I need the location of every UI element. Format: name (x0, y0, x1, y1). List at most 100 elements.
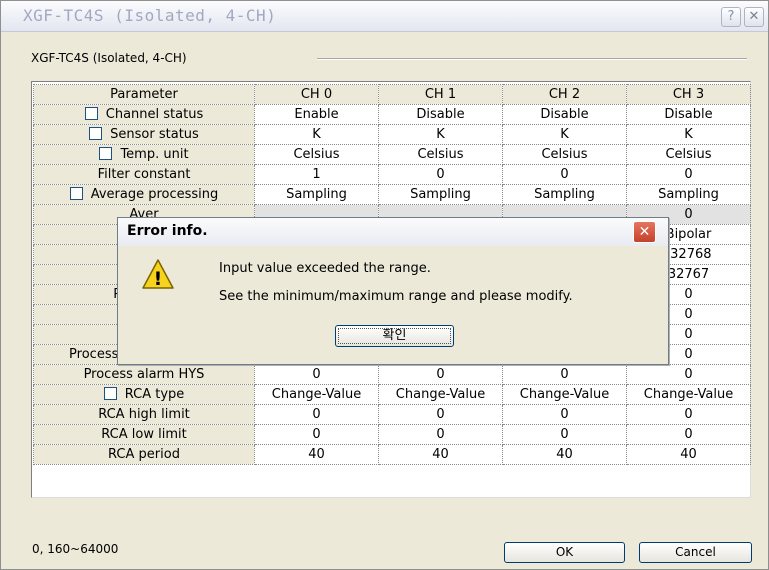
parameter-name-cell: Sensor status (33, 124, 255, 145)
error-dialog: Error info. ✕ ! Input value exceeded the… (117, 217, 669, 365)
table-row[interactable]: Average processing Sampling Sampling Sampli… (33, 184, 751, 205)
value-cell-ch1[interactable]: Change-Value (378, 384, 503, 405)
value-cell-ch1[interactable]: Celsius (378, 144, 503, 165)
parameter-name: RCA high limit (98, 407, 190, 422)
value-cell-ch3[interactable]: Celsius (626, 144, 751, 165)
value-cell-ch1[interactable]: 0 (378, 364, 503, 385)
error-dialog-close-button[interactable]: ✕ (633, 221, 656, 243)
value-cell-ch3[interactable]: 0 (626, 404, 751, 425)
header-ch3: CH 3 (626, 84, 751, 105)
value-cell-ch2[interactable]: Disable (502, 104, 627, 125)
warning-icon-glyph: ! (154, 268, 163, 290)
error-dialog-title: Error info. (127, 223, 208, 239)
parameter-name-cell: RCA low limit (33, 424, 255, 445)
parameter-name: Sensor status (110, 127, 199, 142)
parameter-name-cell: Process alarm HYS (33, 364, 255, 385)
confirm-button-focus-ring (338, 328, 451, 344)
confirm-button[interactable]: 확인 (335, 325, 454, 347)
parameter-name-cell: Filter constant (33, 164, 255, 185)
value-cell-ch1[interactable]: 0 (378, 164, 503, 185)
value-cell-ch3[interactable]: Change-Value (626, 384, 751, 405)
parameter-name: Channel status (105, 107, 204, 122)
error-message-line2: See the minimum/maximum range and please… (219, 289, 573, 304)
value-cell-ch3[interactable]: 0 (626, 424, 751, 445)
value-cell-ch0[interactable]: Enable (254, 104, 379, 125)
value-cell-ch0[interactable]: 1 (254, 164, 379, 185)
group-label: XGF-TC4S (Isolated, 4-CH) (31, 51, 187, 65)
header-ch0: CH 0 (254, 84, 379, 105)
window-title: XGF-TC4S (Isolated, 4-CH) (23, 6, 277, 25)
value-cell-ch0[interactable]: 40 (254, 444, 379, 465)
value-cell-ch0[interactable]: 0 (254, 364, 379, 385)
parameter-checkbox[interactable] (103, 387, 117, 400)
parameter-checkbox[interactable] (84, 107, 98, 120)
table-row[interactable]: Sensor status K K K K (33, 124, 751, 145)
value-cell-ch0[interactable]: K (254, 124, 379, 145)
value-cell-ch2[interactable]: 0 (502, 364, 627, 385)
help-button[interactable]: ? (721, 7, 741, 27)
value-cell-ch3[interactable]: 0 (626, 164, 751, 185)
title-bar[interactable]: XGF-TC4S (Isolated, 4-CH) ? ✕ (1, 1, 768, 32)
value-cell-ch1[interactable]: K (378, 124, 503, 145)
table-row[interactable]: RCA period 40 40 40 40 (33, 444, 751, 465)
cancel-button[interactable]: Cancel (639, 542, 752, 563)
parameter-name-cell: RCA period (33, 444, 255, 465)
table-row[interactable]: Process alarm HYS 0 0 0 0 (33, 364, 751, 385)
parameter-name-cell: Channel status (33, 104, 255, 125)
table-row[interactable]: RCA low limit 0 0 0 0 (33, 424, 751, 445)
ok-button[interactable]: OK (504, 542, 625, 563)
value-cell-ch1[interactable]: Sampling (378, 184, 503, 205)
value-cell-ch2[interactable]: 40 (502, 444, 627, 465)
value-cell-ch2[interactable]: K (502, 124, 627, 145)
parameter-name: Average processing (90, 187, 219, 202)
parameter-name-cell: Average processing (33, 184, 255, 205)
value-cell-ch0[interactable]: Sampling (254, 184, 379, 205)
value-cell-ch2[interactable]: Sampling (502, 184, 627, 205)
table-header-row: Parameter CH 0 CH 1 CH 2 CH 3 (33, 84, 751, 105)
parameter-checkbox[interactable] (69, 187, 83, 200)
table-row[interactable]: Channel status Enable Disable Disable Disabl… (33, 104, 751, 125)
value-cell-ch1[interactable]: 0 (378, 424, 503, 445)
parameter-name: RCA period (108, 447, 180, 462)
range-status-text: 0, 160~64000 (32, 542, 119, 556)
value-cell-ch0[interactable]: Change-Value (254, 384, 379, 405)
window-close-button[interactable]: ✕ (744, 7, 764, 27)
parameter-name: RCA type (124, 387, 185, 402)
table-row[interactable]: RCA high limit 0 0 0 0 (33, 404, 751, 425)
parameter-checkbox[interactable] (89, 127, 103, 140)
value-cell-ch0[interactable]: 0 (254, 404, 379, 425)
group-divider (317, 58, 747, 60)
value-cell-ch1[interactable]: Disable (378, 104, 503, 125)
value-cell-ch1[interactable]: 40 (378, 444, 503, 465)
warning-icon: ! (142, 259, 174, 290)
value-cell-ch3[interactable]: 40 (626, 444, 751, 465)
value-cell-ch3[interactable]: Disable (626, 104, 751, 125)
parameter-name: Filter constant (97, 167, 191, 182)
parameter-name: RCA low limit (101, 427, 187, 442)
header-ch1: CH 1 (378, 84, 503, 105)
error-dialog-title-bar[interactable]: Error info. ✕ (118, 218, 668, 246)
table-row[interactable]: RCA type Change-Value Change-Value Change-V… (33, 384, 751, 405)
error-message-line1: Input value exceeded the range. (219, 261, 431, 276)
value-cell-ch2[interactable]: 0 (502, 404, 627, 425)
table-row[interactable]: Filter constant 1 0 0 0 (33, 164, 751, 185)
parameter-name-cell: RCA high limit (33, 404, 255, 425)
header-ch2: CH 2 (502, 84, 627, 105)
parameter-name-cell: Temp. unit (33, 144, 255, 165)
value-cell-ch2[interactable]: 0 (502, 424, 627, 445)
table-row[interactable]: Temp. unit Celsius Celsius Celsius Celsius (33, 144, 751, 165)
value-cell-ch1[interactable]: 0 (378, 404, 503, 425)
value-cell-ch3[interactable]: 0 (626, 364, 751, 385)
parameter-checkbox[interactable] (99, 147, 113, 160)
value-cell-ch2[interactable]: Change-Value (502, 384, 627, 405)
parameter-name: Process alarm HYS (83, 367, 205, 382)
value-cell-ch3[interactable]: Sampling (626, 184, 751, 205)
parameter-name: Temp. unit (120, 147, 189, 162)
value-cell-ch3[interactable]: K (626, 124, 751, 145)
value-cell-ch2[interactable]: 0 (502, 164, 627, 185)
value-cell-ch0[interactable]: Celsius (254, 144, 379, 165)
parameter-name-cell: RCA type (33, 384, 255, 405)
value-cell-ch2[interactable]: Celsius (502, 144, 627, 165)
value-cell-ch0[interactable]: 0 (254, 424, 379, 445)
header-parameter: Parameter (33, 84, 255, 105)
